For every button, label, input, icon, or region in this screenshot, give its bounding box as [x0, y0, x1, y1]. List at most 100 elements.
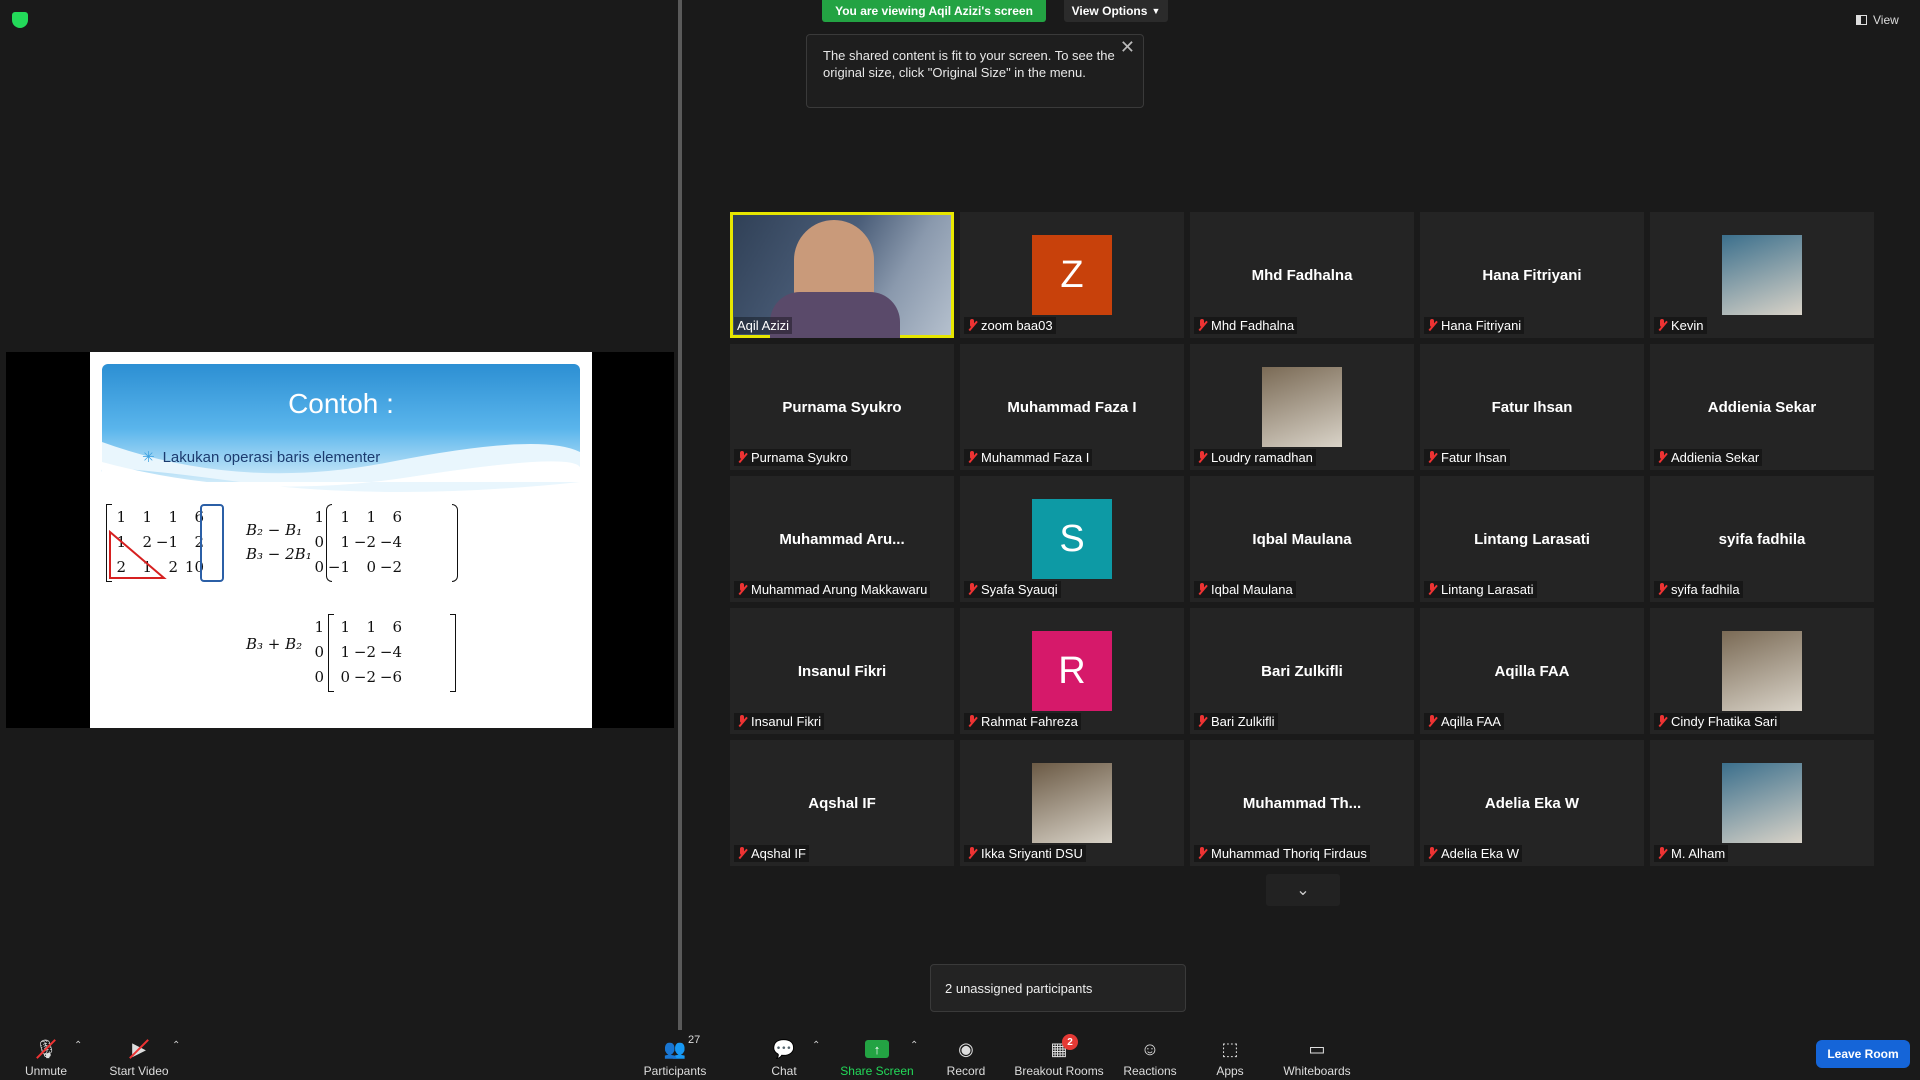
chat-label: Chat: [771, 1064, 797, 1078]
participant-name: Aqshal IF: [751, 846, 806, 861]
participant-name: syifa fadhila: [1671, 582, 1740, 597]
apps-label: Apps: [1216, 1064, 1244, 1078]
share-options-caret-icon[interactable]: ⌃: [910, 1040, 918, 1051]
participant-tile[interactable]: Muhammad Th... Muhammad Thoriq Firdaus: [1190, 740, 1414, 866]
participant-tile[interactable]: Cindy Fhatika Sari: [1650, 608, 1874, 734]
participant-tile[interactable]: Addienia Sekar Addienia Sekar: [1650, 344, 1874, 470]
matrix-row: 0 −1 0 −2: [298, 554, 402, 579]
matrix-cell: 1: [366, 507, 376, 526]
participant-name-label: Fatur Ihsan: [1424, 449, 1510, 466]
audio-options-caret-icon[interactable]: ⌃: [74, 1040, 82, 1051]
bullet-icon: ✳: [142, 449, 155, 466]
participant-tile[interactable]: syifa fadhila syifa fadhila: [1650, 476, 1874, 602]
participant-tile[interactable]: Muhammad Aru... Muhammad Arung Makkawaru: [730, 476, 954, 602]
share-screen-button[interactable]: ↑ Share Screen: [840, 1032, 914, 1078]
view-button-label: View: [1873, 13, 1899, 27]
participant-tile[interactable]: Loudry ramadhan: [1190, 344, 1414, 470]
view-options-button[interactable]: View Options ▼: [1064, 0, 1168, 22]
participants-count: 27: [688, 1034, 701, 1046]
microphone-muted-icon: [1427, 715, 1437, 728]
participants-button[interactable]: 👥 27 Participants: [640, 1032, 710, 1078]
security-shield-icon[interactable]: [12, 12, 28, 28]
presentation-slide: Contoh : ✳ Lakukan operasi baris elemente…: [90, 352, 592, 728]
participant-tile[interactable]: Lintang Larasati Lintang Larasati: [1420, 476, 1644, 602]
participant-tile[interactable]: Iqbal Maulana Iqbal Maulana: [1190, 476, 1414, 602]
matrix-cell: 6: [392, 507, 402, 526]
close-icon[interactable]: ✕: [1120, 38, 1135, 56]
video-options-caret-icon[interactable]: ⌃: [172, 1040, 180, 1051]
reactions-button[interactable]: ☺ Reactions: [1123, 1032, 1176, 1079]
slide-bullet-text: Lakukan operasi baris elementer: [162, 449, 381, 466]
participant-tile[interactable]: S Syafa Syauqi: [960, 476, 1184, 602]
microphone-muted-icon: [737, 583, 747, 596]
participant-name: Aqilla FAA: [1441, 714, 1501, 729]
participant-name: Muhammad Faza I: [981, 450, 1090, 465]
matrix-row: 1116: [298, 504, 402, 529]
participant-tile[interactable]: R Rahmat Fahreza: [960, 608, 1184, 734]
microphone-muted-icon: [737, 451, 747, 464]
microphone-muted-icon: [1657, 583, 1667, 596]
chat-button[interactable]: 💬 Chat: [762, 1032, 806, 1079]
unmute-button[interactable]: 🎙 Unmute: [20, 1032, 72, 1079]
participant-tile[interactable]: Kevin: [1650, 212, 1874, 338]
unassigned-participants-popup[interactable]: 2 unassigned participants: [930, 964, 1186, 1012]
participant-avatar: R: [1032, 631, 1112, 711]
participant-tile[interactable]: Adelia Eka W Adelia Eka W: [1420, 740, 1644, 866]
microphone-muted-icon: [1657, 847, 1667, 860]
view-options-label: View Options: [1071, 4, 1148, 18]
participant-tile[interactable]: Insanul Fikri Insanul Fikri: [730, 608, 954, 734]
microphone-muted-icon: [737, 715, 747, 728]
participant-name-label: Aqshal IF: [734, 845, 809, 862]
participant-name: zoom baa03: [981, 318, 1053, 333]
matrix-cell: 1: [366, 617, 376, 636]
participant-tile[interactable]: Zzoom baa03: [960, 212, 1184, 338]
participant-tile[interactable]: Muhammad Faza I Muhammad Faza I: [960, 344, 1184, 470]
matrix-cell: 0: [314, 557, 324, 576]
unmute-label: Unmute: [24, 1064, 68, 1078]
participant-tile[interactable]: Mhd Fadhalna Mhd Fadhalna: [1190, 212, 1414, 338]
tooltip-line-1: The shared content is fit to your screen…: [823, 48, 1115, 63]
participant-profile-photo: [1262, 367, 1342, 447]
whiteboards-button[interactable]: ▭ Whiteboards: [1280, 1032, 1354, 1079]
participant-tile[interactable]: Aqil Azizi: [730, 212, 954, 338]
participant-tile[interactable]: Aqshal IF Aqshal IF: [730, 740, 954, 866]
participant-name: Bari Zulkifli: [1211, 714, 1275, 729]
microphone-muted-icon: [967, 583, 977, 596]
participant-avatar: Z: [1032, 235, 1112, 315]
microphone-muted-icon: [1197, 583, 1207, 596]
participant-tile[interactable]: Bari Zulkifli Bari Zulkifli: [1190, 608, 1414, 734]
participant-name: Kevin: [1671, 318, 1704, 333]
leave-room-button[interactable]: Leave Room: [1816, 1040, 1910, 1068]
participant-tile[interactable]: Purnama Syukro Purnama Syukro: [730, 344, 954, 470]
participant-name: Mhd Fadhalna: [1211, 318, 1295, 333]
apps-icon: ⬚: [1221, 1038, 1239, 1059]
participant-name: M. Alham: [1671, 846, 1726, 861]
chat-options-caret-icon[interactable]: ⌃: [812, 1040, 820, 1051]
record-button[interactable]: ◉ Record: [944, 1032, 988, 1079]
apps-button[interactable]: ⬚ Apps: [1212, 1032, 1248, 1079]
matrix-3: 1 1 1 6 0 1 −2 −4 0 0 −2 −6: [298, 614, 402, 689]
microphone-muted-icon: [1427, 847, 1437, 860]
start-video-button[interactable]: ▶ Start Video: [104, 1032, 174, 1079]
grid-view-icon: [1856, 15, 1867, 25]
gallery-next-page-button[interactable]: ⌄: [1266, 874, 1340, 906]
participant-tile[interactable]: Fatur Ihsan Fatur Ihsan: [1420, 344, 1644, 470]
view-button[interactable]: View: [1856, 10, 1912, 30]
participant-name: Insanul Fikri: [751, 714, 822, 729]
whiteboard-icon: ▭: [1308, 1038, 1326, 1059]
participant-tile[interactable]: Hana Fitriyani Hana Fitriyani: [1420, 212, 1644, 338]
microphone-muted-icon: [1197, 715, 1207, 728]
participant-tile[interactable]: M. Alham: [1650, 740, 1874, 866]
matrix2-paren-left: [326, 504, 332, 582]
participant-name-label: M. Alham: [1654, 845, 1729, 862]
participant-avatar: S: [1032, 499, 1112, 579]
matrix-cell: 0: [314, 532, 324, 551]
participant-tile[interactable]: Aqilla FAA Aqilla FAA: [1420, 608, 1644, 734]
participant-name-label: Muhammad Faza I: [964, 449, 1093, 466]
row-operation-3: B₃ + B₂: [246, 635, 303, 653]
breakout-rooms-button[interactable]: ▦ 2 Breakout Rooms: [1014, 1032, 1104, 1078]
participant-name-label: Mhd Fadhalna: [1194, 317, 1298, 334]
participants-label: Participants: [643, 1064, 707, 1078]
participant-tile[interactable]: Ikka Sriyanti DSU: [960, 740, 1184, 866]
split-divider[interactable]: [678, 0, 682, 1030]
